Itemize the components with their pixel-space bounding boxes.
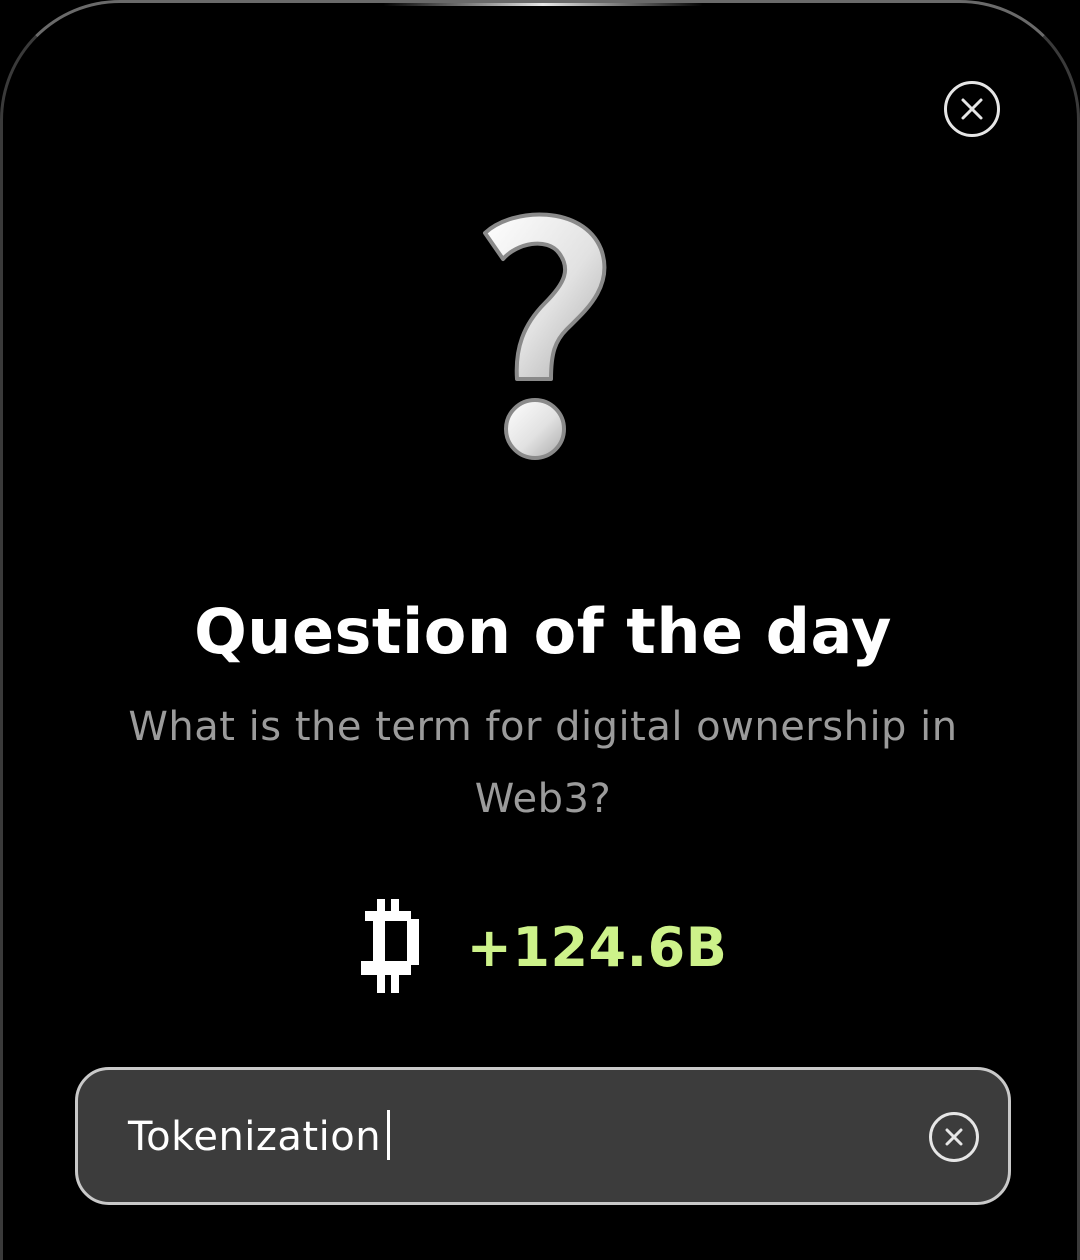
- reward-row: +124.6B: [3, 897, 1080, 997]
- question-dialog: Question of the day What is the term for…: [0, 0, 1080, 1260]
- pixel-bitcoin-icon: [360, 899, 419, 993]
- question-text: What is the term for digital ownership i…: [128, 704, 958, 822]
- reward-amount: +124.6B: [466, 915, 728, 979]
- question-mark-icon: [483, 212, 607, 460]
- text-cursor: [387, 1110, 391, 1160]
- answer-input[interactable]: Tokenization: [75, 1067, 1011, 1205]
- answer-value-text: Tokenization: [128, 1114, 382, 1160]
- sheet-edge-highlight: [383, 3, 703, 6]
- dialog-title: Question of the day: [194, 595, 892, 668]
- close-icon: [961, 98, 983, 120]
- clear-icon: [945, 1128, 963, 1146]
- close-button[interactable]: [944, 81, 1000, 137]
- clear-input-button[interactable]: [929, 1112, 979, 1162]
- answer-input-value[interactable]: Tokenization: [128, 1110, 391, 1160]
